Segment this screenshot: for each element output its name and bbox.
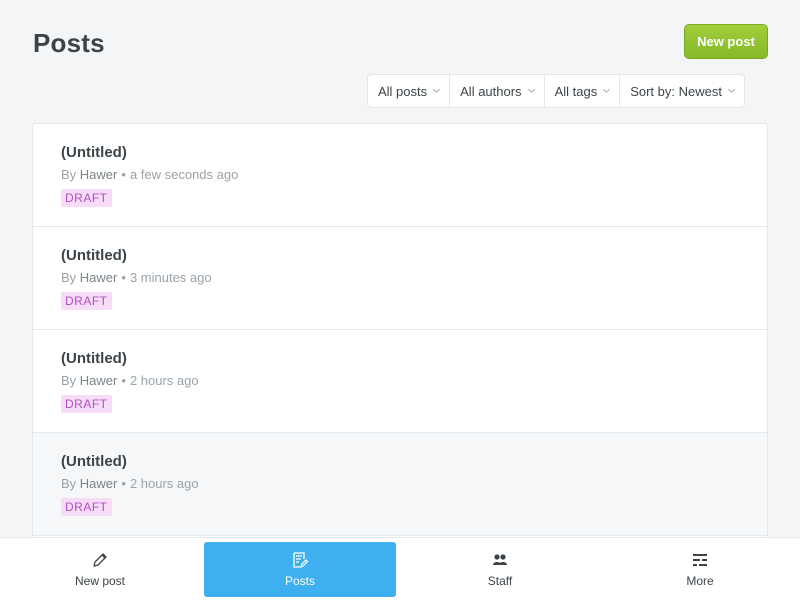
post-list-item[interactable]: (Untitled) By Hawer • 3 minutes ago DRAFT xyxy=(33,227,767,330)
post-author: Hawer xyxy=(79,476,118,491)
separator-dot: • xyxy=(121,167,126,182)
post-title: (Untitled) xyxy=(61,247,127,264)
separator-dot: • xyxy=(121,476,126,491)
separator-dot: • xyxy=(121,270,126,285)
filter-label: Sort by: Newest xyxy=(630,83,722,99)
post-author: Hawer xyxy=(79,167,118,182)
filter-sort[interactable]: Sort by: Newest xyxy=(620,75,744,107)
by-label: By xyxy=(61,373,77,388)
bottom-tab-bar: New post Posts Staff More xyxy=(0,537,800,600)
filter-bar: All posts All authors All tags Sort by: … xyxy=(367,74,745,108)
filter-label: All posts xyxy=(378,83,428,99)
status-badge: DRAFT xyxy=(61,292,112,310)
post-time: 2 hours ago xyxy=(129,476,199,491)
post-meta: By Hawer • 2 hours ago xyxy=(61,476,739,491)
post-title: (Untitled) xyxy=(61,453,127,470)
post-time: 3 minutes ago xyxy=(129,270,212,285)
post-title: (Untitled) xyxy=(61,350,127,367)
post-meta: By Hawer • 2 hours ago xyxy=(61,373,739,388)
separator-dot: • xyxy=(121,373,126,388)
tab-label: Staff xyxy=(487,574,513,588)
chevron-down-icon xyxy=(433,85,441,94)
new-post-button[interactable]: New post xyxy=(684,24,768,59)
tab-label: New post xyxy=(74,574,126,588)
post-list-item[interactable]: (Untitled) By Hawer • 2 hours ago DRAFT xyxy=(33,433,767,536)
by-label: By xyxy=(61,167,77,182)
post-meta: By Hawer • 3 minutes ago xyxy=(61,270,739,285)
status-badge: DRAFT xyxy=(61,498,112,516)
tab-more[interactable]: More xyxy=(600,542,800,597)
chevron-down-icon xyxy=(603,85,611,94)
by-label: By xyxy=(61,476,77,491)
post-time: a few seconds ago xyxy=(129,167,239,182)
post-author: Hawer xyxy=(79,270,118,285)
chevron-down-icon xyxy=(727,85,736,94)
status-badge: DRAFT xyxy=(61,395,112,413)
post-title: (Untitled) xyxy=(61,144,127,161)
filter-label: All tags xyxy=(554,83,598,99)
tab-posts[interactable]: Posts xyxy=(204,542,396,597)
filter-post-type[interactable]: All posts xyxy=(368,75,451,107)
post-list: (Untitled) By Hawer • a few seconds ago DR… xyxy=(32,123,768,543)
filter-label: All authors xyxy=(460,83,522,99)
more-icon xyxy=(693,554,707,566)
by-label: By xyxy=(61,270,77,285)
post-time: 2 hours ago xyxy=(129,373,199,388)
post-meta: By Hawer • a few seconds ago xyxy=(61,167,739,182)
tab-staff[interactable]: Staff xyxy=(400,542,600,597)
post-list-item[interactable]: (Untitled) By Hawer • 2 hours ago DRAFT xyxy=(33,330,767,433)
tab-new-post[interactable]: New post xyxy=(0,542,200,597)
page-title: Posts xyxy=(33,28,105,58)
status-badge: DRAFT xyxy=(61,189,112,207)
filter-author[interactable]: All authors xyxy=(450,75,545,107)
tab-label: Posts xyxy=(284,574,315,588)
posts-icon xyxy=(293,552,309,569)
pencil-icon xyxy=(93,553,107,567)
post-list-item[interactable]: (Untitled) By Hawer • a few seconds ago DR… xyxy=(33,124,767,227)
post-author: Hawer xyxy=(79,373,118,388)
staff-icon xyxy=(493,554,507,565)
chevron-down-icon xyxy=(527,85,535,94)
filter-tag[interactable]: All tags xyxy=(545,75,621,107)
tab-label: More xyxy=(686,574,714,588)
